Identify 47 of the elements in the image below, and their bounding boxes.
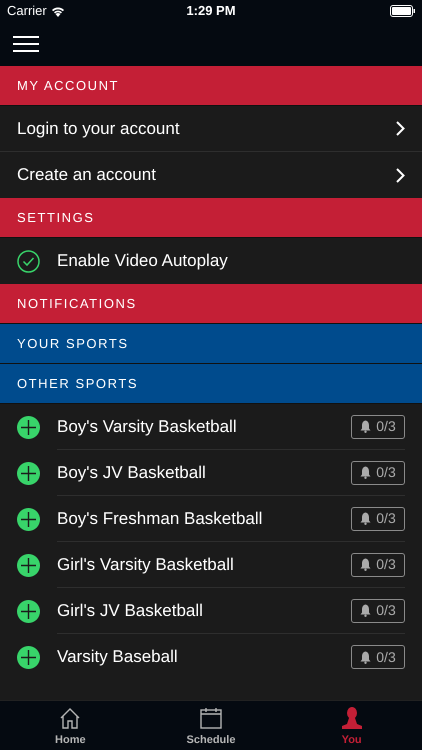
section-title: NOTIFICATIONS bbox=[17, 294, 137, 313]
section-title: OTHER SPORTS bbox=[17, 374, 138, 393]
menu-row[interactable]: Create an account bbox=[0, 152, 422, 198]
sport-name: Varsity Baseball bbox=[57, 646, 178, 668]
menu-row[interactable]: Login to your account bbox=[0, 106, 422, 152]
sport-name: Girl's JV Basketball bbox=[57, 600, 203, 622]
row-label: Create an account bbox=[17, 164, 156, 186]
notification-count-button[interactable]: 0/3 bbox=[351, 552, 405, 576]
notification-count-button[interactable]: 0/3 bbox=[351, 460, 405, 484]
section-title: SETTINGS bbox=[17, 208, 94, 227]
notification-count-button[interactable]: 0/3 bbox=[351, 414, 405, 438]
sport-name: Boy's Varsity Basketball bbox=[57, 416, 237, 438]
bell-icon bbox=[360, 420, 372, 433]
setting-label: Enable Video Autoplay bbox=[57, 250, 228, 272]
tab-bar-item[interactable]: Home bbox=[0, 701, 141, 750]
row-label: Login to your account bbox=[17, 118, 180, 140]
add-icon[interactable] bbox=[17, 462, 40, 484]
bell-icon bbox=[360, 650, 372, 664]
bell-icon bbox=[360, 558, 372, 571]
section-title: MY ACCOUNT bbox=[17, 76, 120, 95]
notification-count-button[interactable]: 0/3 bbox=[351, 506, 405, 530]
tab-bar-item[interactable]: Schedule bbox=[140, 701, 282, 750]
setting-row[interactable]: Enable Video Autoplay bbox=[0, 238, 422, 284]
checkmark-icon[interactable] bbox=[17, 250, 40, 272]
bell-icon bbox=[360, 604, 372, 617]
add-icon[interactable] bbox=[17, 646, 40, 668]
sport-name: Girl's Varsity Basketball bbox=[57, 554, 234, 576]
sport-name: Boy's Freshman Basketball bbox=[57, 508, 262, 530]
add-icon[interactable] bbox=[17, 554, 40, 576]
notification-count-button[interactable]: 0/3 bbox=[351, 598, 405, 622]
bell-icon bbox=[360, 466, 372, 479]
add-icon[interactable] bbox=[17, 600, 40, 622]
status-time: 1:29 PM bbox=[186, 2, 236, 20]
chevron-icon bbox=[396, 168, 405, 182]
battery-icon bbox=[390, 5, 415, 17]
sport-name: Boy's JV Basketball bbox=[57, 462, 206, 484]
bell-icon bbox=[360, 512, 372, 525]
person-icon bbox=[340, 706, 364, 730]
calendar-icon bbox=[198, 706, 223, 730]
wifi-icon bbox=[50, 6, 65, 16]
section-title: YOUR SPORTS bbox=[17, 334, 129, 353]
notification-count-button[interactable]: 0/3 bbox=[351, 645, 405, 669]
menu-button[interactable] bbox=[13, 36, 39, 52]
carrier-label: Carrier bbox=[7, 2, 47, 20]
chevron-icon bbox=[396, 121, 405, 136]
add-icon[interactable] bbox=[17, 508, 40, 530]
add-icon[interactable] bbox=[17, 416, 40, 438]
